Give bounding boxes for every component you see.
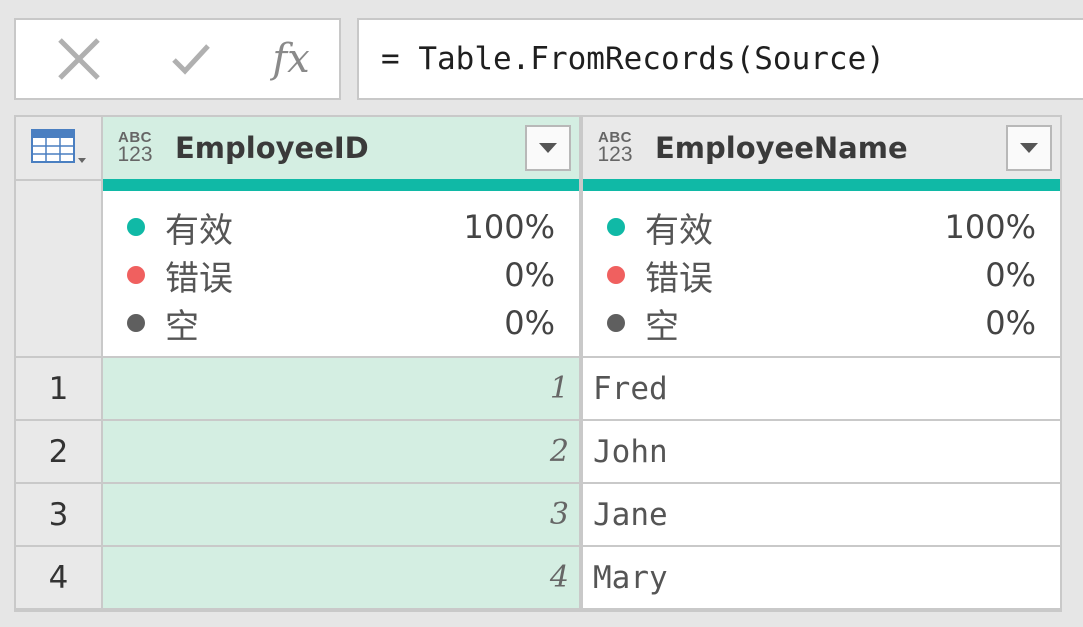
table-cell-employeeid[interactable]: 4: [103, 547, 579, 608]
table-cell-employeename[interactable]: Fred: [583, 358, 1060, 419]
column-header-employeeid[interactable]: ABC 123 EmployeeID: [103, 117, 579, 179]
error-dot-icon: [127, 266, 145, 284]
empty-dot-icon: [607, 314, 625, 332]
type-any-icon[interactable]: ABC 123: [113, 130, 157, 165]
formula-input[interactable]: = Table.FromRecords(Source): [357, 18, 1083, 100]
insert-function-button[interactable]: fx: [256, 20, 326, 98]
column-title: EmployeeID: [175, 131, 369, 165]
stat-error[interactable]: 错误 0%: [127, 251, 555, 299]
column-filter-button[interactable]: [525, 125, 571, 171]
error-dot-icon: [607, 266, 625, 284]
table-cell-employeename[interactable]: Jane: [583, 484, 1060, 545]
row-number[interactable]: 2: [16, 421, 101, 482]
table-cell-employeeid[interactable]: 1: [103, 358, 579, 419]
formula-bar-buttons: fx: [14, 18, 341, 100]
column-quality-stats: 有效 100% 错误 0% 空 0%: [103, 191, 579, 356]
column-quality-bar[interactable]: [583, 179, 1060, 191]
row-number[interactable]: 3: [16, 484, 101, 545]
fx-icon: fx: [272, 36, 310, 82]
table-cell-employeename[interactable]: Mary: [583, 547, 1060, 608]
valid-dot-icon: [127, 218, 145, 236]
column-filter-button[interactable]: [1006, 125, 1052, 171]
stats-row-header: [16, 181, 101, 356]
valid-dot-icon: [607, 218, 625, 236]
table-cell-employeeid[interactable]: 3: [103, 484, 579, 545]
type-any-icon[interactable]: ABC 123: [593, 130, 637, 165]
table-menu-button[interactable]: [16, 117, 101, 179]
cancel-formula-button[interactable]: [44, 20, 114, 98]
empty-dot-icon: [127, 314, 145, 332]
stat-empty[interactable]: 空 0%: [607, 299, 1036, 347]
stat-empty[interactable]: 空 0%: [127, 299, 555, 347]
table-cell-employeename[interactable]: John: [583, 421, 1060, 482]
chevron-down-icon: [539, 143, 557, 153]
column-title: EmployeeName: [655, 131, 908, 165]
column-quality-stats: 有效 100% 错误 0% 空 0%: [583, 191, 1060, 356]
row-number[interactable]: 4: [16, 547, 101, 608]
close-icon: [58, 38, 100, 80]
stat-valid[interactable]: 有效 100%: [607, 203, 1036, 251]
row-number[interactable]: 1: [16, 358, 101, 419]
commit-formula-button[interactable]: [156, 20, 226, 98]
data-grid: ABC 123 EmployeeID ABC 123 EmployeeName …: [14, 115, 1062, 612]
table-icon: [30, 129, 86, 163]
formula-text: = Table.FromRecords(Source): [381, 41, 885, 77]
chevron-down-icon: [1020, 143, 1038, 153]
stat-valid[interactable]: 有效 100%: [127, 203, 555, 251]
stat-error[interactable]: 错误 0%: [607, 251, 1036, 299]
column-header-employeename[interactable]: ABC 123 EmployeeName: [583, 117, 1060, 179]
column-quality-bar[interactable]: [103, 179, 579, 191]
check-icon: [172, 44, 210, 75]
table-cell-employeeid[interactable]: 2: [103, 421, 579, 482]
